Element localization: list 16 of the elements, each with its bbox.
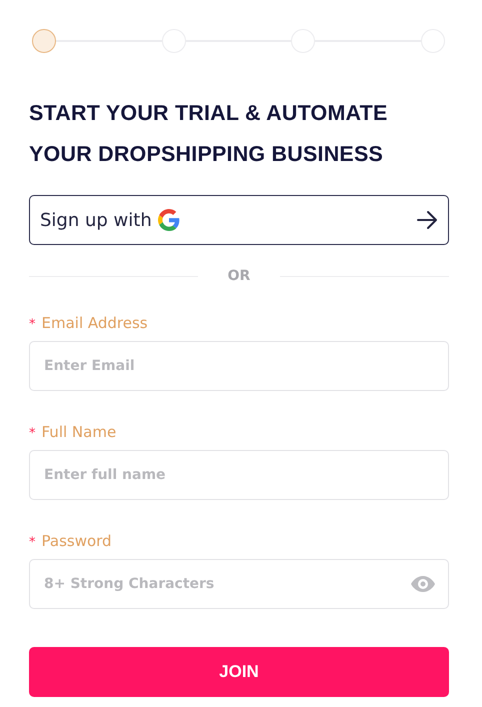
required-mark: *: [29, 426, 36, 441]
field-label: Password: [42, 532, 112, 550]
page-heading: START YOUR TRIAL & AUTOMATE YOUR DROPSHIPPING BUSINESS: [29, 100, 389, 168]
password-field[interactable]: 8+ Strong Characters: [29, 559, 449, 609]
input-field[interactable]: Enter full name: [29, 450, 449, 500]
divider-label: OR: [228, 268, 250, 284]
input-field[interactable]: Enter Email: [29, 341, 449, 391]
required-mark: *: [29, 535, 36, 550]
field-label: Email Address: [42, 314, 148, 332]
eye-icon[interactable]: [411, 576, 435, 592]
field-label: Full Name: [42, 423, 116, 441]
required-mark: *: [29, 317, 36, 332]
join-button[interactable]: JOIN: [29, 647, 449, 697]
google-icon: [158, 209, 180, 231]
arrow-right-icon: [416, 210, 438, 230]
google-signup-button[interactable]: Sign up with: [29, 195, 449, 245]
